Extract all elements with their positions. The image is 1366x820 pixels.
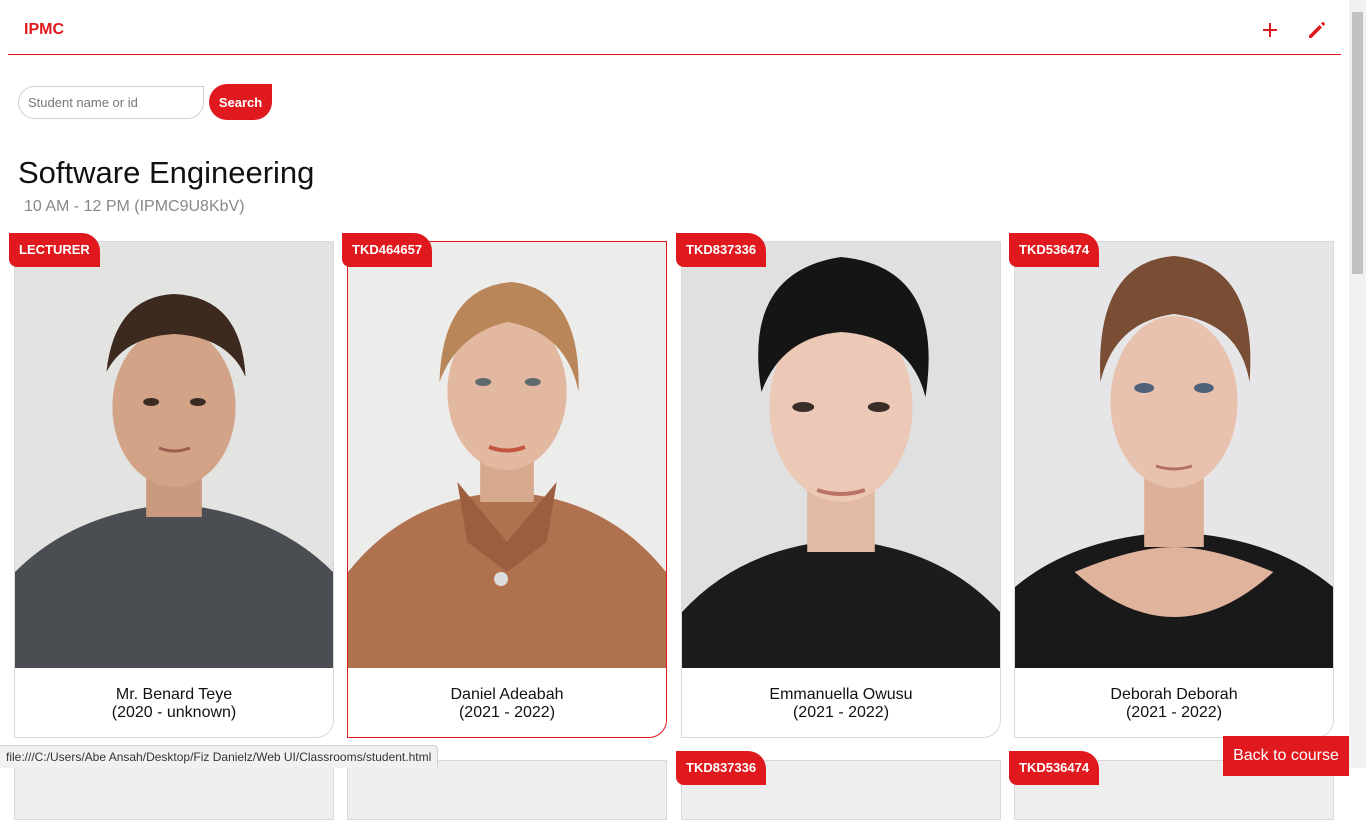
brand-logo[interactable]: IPMC [24,21,64,39]
person-card[interactable] [14,760,334,820]
person-years: (2021 - 2022) [792,704,890,721]
person-card[interactable]: TKD837336 Emmanuella Owusu (2021 - 2022) [676,233,1001,738]
pencil-icon[interactable] [1305,18,1329,42]
top-navbar: IPMC [8,0,1341,55]
person-name: Emmanuella Owusu [769,686,913,703]
student-id-badge: TKD536474 [1009,233,1100,267]
search-button[interactable]: Search [209,84,272,120]
role-badge: LECTURER [9,233,100,267]
browser-status-url: file:///C:/Users/Abe Ansah/Desktop/Fiz D… [0,745,439,768]
back-to-course-button[interactable]: Back to course [1223,736,1349,776]
page-scrollbar[interactable] [1349,0,1366,768]
person-photo [15,242,333,668]
person-name: Mr. Benard Teye [115,686,233,703]
person-card[interactable] [347,760,667,820]
person-photo [1015,242,1333,668]
person-card[interactable]: LECTURER Mr. Benard Teye (2020 - unknown… [9,233,334,738]
person-name: Daniel Adeabah [450,686,564,703]
plus-icon[interactable] [1258,18,1282,42]
student-id-badge: TKD464657 [342,233,433,267]
person-photo [348,242,666,668]
person-years: (2020 - unknown) [111,704,237,721]
student-id-badge: TKD837336 [676,751,767,785]
student-id-badge: TKD536474 [1009,751,1100,785]
search-input[interactable] [18,86,204,119]
scrollbar-thumb[interactable] [1352,12,1363,274]
person-card[interactable]: TKD464657 Daniel Adeabah (2021 - 2022) [342,233,667,738]
person-years: (2021 - 2022) [1125,704,1223,721]
person-name: Deborah Deborah [1110,686,1238,703]
course-title: Software Engineering [18,155,315,190]
student-id-badge: TKD837336 [676,233,767,267]
person-photo [682,242,1000,668]
person-card[interactable]: TKD536474 Deborah Deborah (2021 - 2022) [1009,233,1334,738]
course-schedule: 10 AM - 12 PM (IPMC9U8KbV) [24,198,245,215]
person-years: (2021 - 2022) [458,704,556,721]
person-card[interactable]: TKD837336 [676,751,1001,820]
